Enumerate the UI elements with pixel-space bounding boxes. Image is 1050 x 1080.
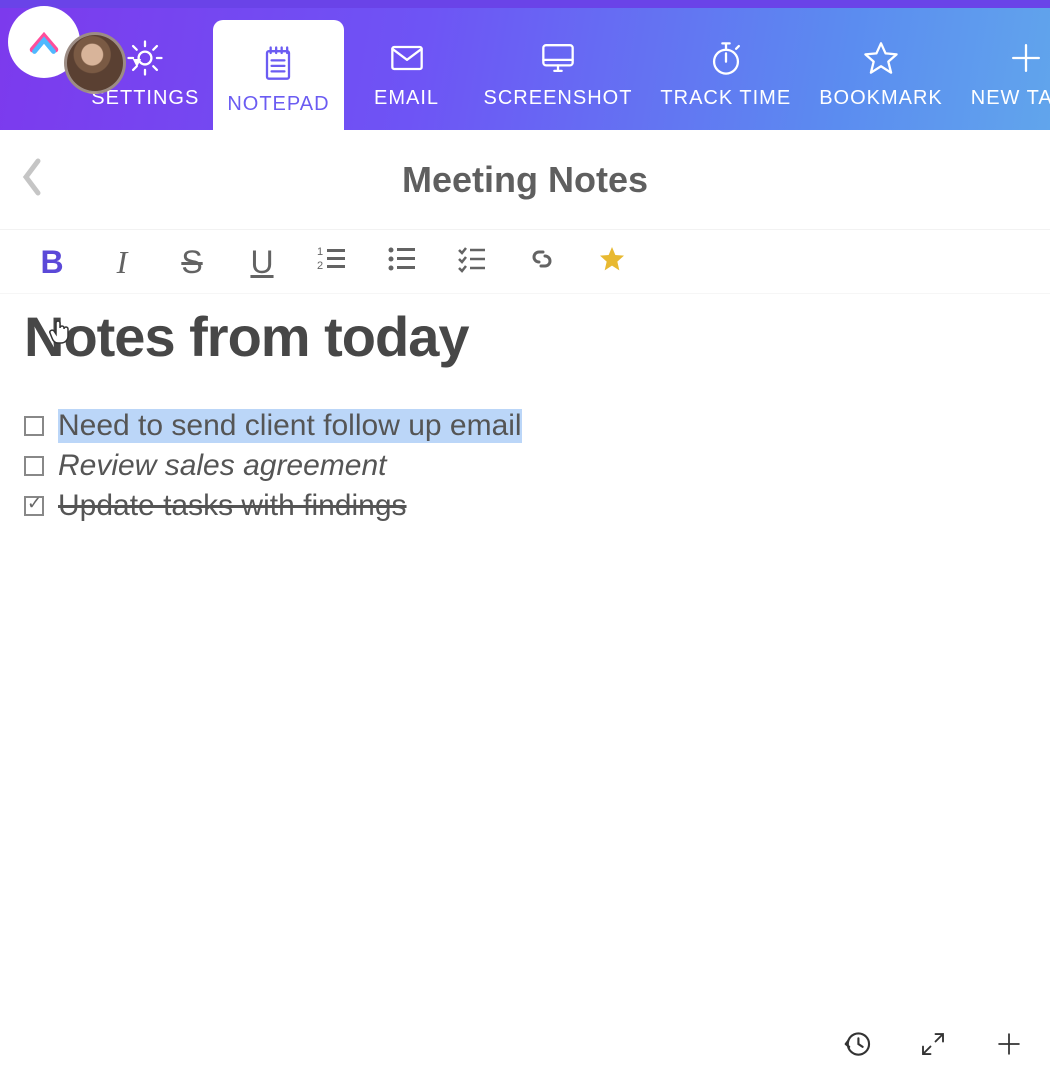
nav-tab-label: NEW TASK [971, 87, 1050, 110]
document-titlebar: Meeting Notes [0, 130, 1050, 230]
italic-glyph: I [117, 246, 128, 278]
checklist-item-text[interactable]: Need to send client follow up email [58, 409, 522, 443]
favorite-button[interactable] [594, 243, 630, 280]
bullet-list-button[interactable] [384, 244, 420, 279]
bold-glyph: B [40, 246, 63, 278]
plus-icon [992, 1048, 1026, 1065]
expand-button[interactable] [918, 1029, 948, 1064]
user-avatar[interactable] [64, 32, 126, 94]
checklist-icon [457, 244, 487, 279]
envelope-icon [385, 29, 429, 87]
document-title[interactable]: Meeting Notes [0, 159, 1050, 201]
ordered-list-icon: 12 [317, 244, 347, 279]
checklist-item[interactable]: Review sales agreement [24, 449, 1026, 483]
strikethrough-button[interactable]: S [174, 246, 210, 278]
format-toolbar: BISU12 [0, 230, 1050, 294]
checkbox[interactable] [24, 416, 44, 436]
nav-tab-label: EMAIL [374, 87, 439, 110]
nav-tab-tracktime[interactable]: TRACK TIME [646, 8, 805, 130]
underline-button[interactable]: U [244, 246, 280, 278]
stopwatch-icon [704, 29, 748, 87]
ordered-list-button[interactable]: 12 [314, 244, 350, 279]
nav-tab-bookmark[interactable]: BOOKMARK [805, 8, 957, 130]
nav-tab-label: TRACK TIME [660, 87, 791, 110]
plus-icon [1004, 29, 1048, 87]
bullet-list-icon [387, 244, 417, 279]
editor-content[interactable]: Notes from today Need to send client fol… [0, 294, 1050, 1080]
link-button[interactable] [524, 244, 560, 279]
add-button[interactable] [992, 1027, 1026, 1066]
underline-glyph: U [250, 246, 273, 278]
nav-tab-label: NOTEPAD [227, 93, 329, 116]
app-logo-area: ▼ [0, 8, 77, 130]
monitor-icon [536, 29, 580, 87]
svg-text:2: 2 [317, 260, 323, 272]
notepad-icon [256, 35, 300, 93]
editor-footer [840, 1027, 1026, 1066]
chevron-left-icon [18, 155, 46, 199]
nav-tab-newtask[interactable]: NEW TASK [957, 8, 1050, 130]
nav-tab-label: SCREENSHOT [484, 87, 633, 110]
top-nav: ▼ SETTINGS NOTEPAD EMAIL SCREENSHOT TRAC… [0, 0, 1050, 130]
star-filled-icon [596, 243, 628, 280]
history-button[interactable] [840, 1027, 874, 1066]
history-icon [840, 1048, 874, 1065]
strike-glyph: S [181, 246, 202, 278]
checklist-item[interactable]: Need to send client follow up email [24, 409, 1026, 443]
checklist-button[interactable] [454, 244, 490, 279]
checkbox[interactable] [24, 496, 44, 516]
svg-text:1: 1 [317, 246, 323, 258]
link-icon [527, 244, 557, 279]
content-heading[interactable]: Notes from today [24, 304, 1026, 369]
checkbox[interactable] [24, 456, 44, 476]
checklist-item[interactable]: Update tasks with findings [24, 489, 1026, 523]
clickup-logo-icon [25, 23, 63, 61]
nav-tab-email[interactable]: EMAIL [344, 8, 470, 130]
nav-tab-screenshot[interactable]: SCREENSHOT [470, 8, 647, 130]
account-dropdown-caret[interactable]: ▼ [130, 54, 144, 70]
back-button[interactable] [18, 155, 46, 204]
checklist-item-text[interactable]: Update tasks with findings [58, 489, 407, 523]
italic-button[interactable]: I [104, 246, 140, 278]
nav-tab-notepad[interactable]: NOTEPAD [213, 20, 343, 130]
nav-tab-label: BOOKMARK [819, 87, 943, 110]
bold-button[interactable]: B [34, 246, 70, 278]
nav-tabs: SETTINGS NOTEPAD EMAIL SCREENSHOT TRACK … [77, 8, 1050, 130]
checklist-item-text[interactable]: Review sales agreement [58, 449, 387, 483]
expand-icon [918, 1046, 948, 1063]
star-icon [859, 29, 903, 87]
